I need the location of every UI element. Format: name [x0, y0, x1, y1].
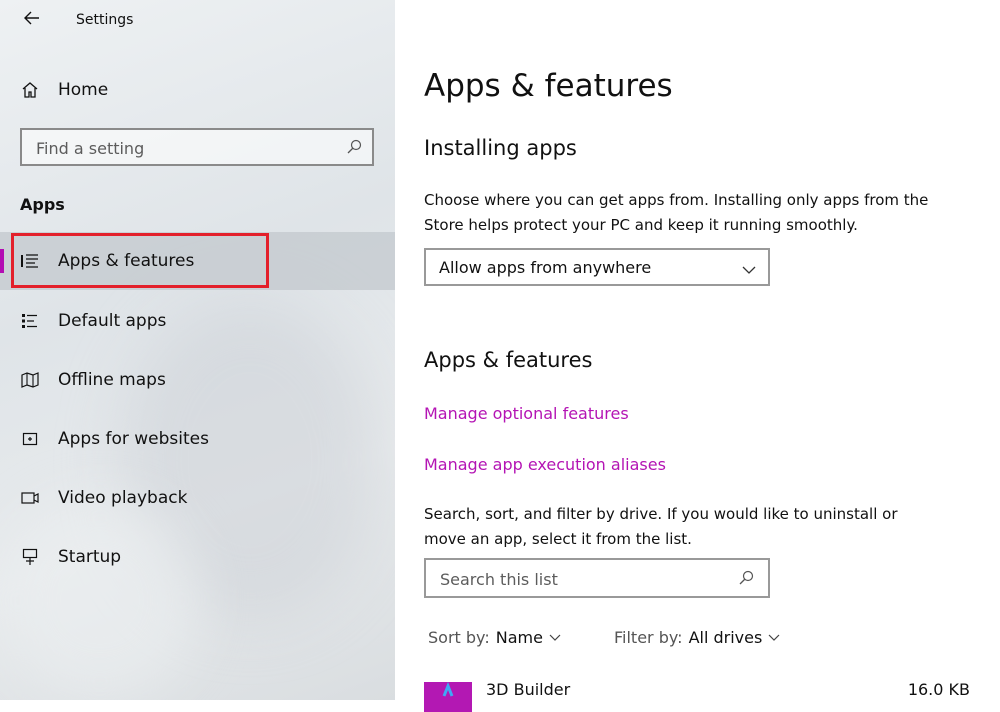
back-button[interactable]: [20, 6, 44, 30]
sidebar-item-apps-for-websites[interactable]: Apps for websites: [0, 410, 395, 468]
sidebar-item-label: Startup: [58, 547, 122, 567]
sidebar-item-startup[interactable]: Startup: [0, 528, 395, 586]
installing-apps-heading: Installing apps: [424, 136, 577, 160]
chevron-down-icon: [549, 634, 561, 641]
video-icon: [20, 488, 40, 508]
manage-optional-features-link[interactable]: Manage optional features: [424, 404, 629, 423]
map-icon: [20, 370, 40, 390]
description-line: Choose where you can get apps from. Inst…: [424, 191, 929, 209]
description-line: Store helps protect your PC and keep it …: [424, 216, 858, 234]
chevron-down-icon: [768, 634, 780, 641]
sidebar-item-label: Apps for websites: [58, 429, 209, 449]
sort-label: Sort by:: [428, 628, 490, 647]
sidebar-item-default-apps[interactable]: Default apps: [0, 292, 395, 350]
search-icon[interactable]: [346, 139, 362, 159]
dropdown-value: Allow apps from anywhere: [439, 258, 652, 277]
manage-app-execution-aliases-link[interactable]: Manage app execution aliases: [424, 455, 666, 474]
search-icon[interactable]: [738, 570, 754, 590]
installing-description: Choose where you can get apps from. Inst…: [424, 188, 984, 238]
sidebar-item-label: Default apps: [58, 311, 167, 331]
find-setting-search[interactable]: [20, 128, 374, 166]
sidebar-item-label: Offline maps: [58, 370, 166, 390]
search-list-box[interactable]: [424, 558, 770, 598]
find-setting-input[interactable]: [34, 130, 318, 166]
description-line: Search, sort, and filter by drive. If yo…: [424, 505, 898, 523]
page-title: Apps & features: [424, 68, 673, 104]
sidebar-item-label: Video playback: [58, 488, 188, 508]
default-apps-list-icon: [20, 311, 40, 331]
back-arrow-icon: [24, 11, 39, 25]
sort-value: Name: [495, 628, 543, 647]
app-name: 3D Builder: [486, 680, 571, 699]
startup-icon: [20, 547, 40, 567]
app-list-item[interactable]: 3D Builder 16.0 KB: [424, 676, 970, 712]
home-icon: [20, 80, 40, 100]
sidebar-item-label: Home: [58, 80, 109, 100]
sort-dropdown[interactable]: Sort by: Name: [428, 628, 561, 647]
chevron-down-icon: [742, 260, 756, 279]
apps-features-heading: Apps & features: [424, 348, 593, 372]
highlight-box: [11, 233, 269, 288]
apps-search-description: Search, sort, and filter by drive. If yo…: [424, 502, 984, 552]
app-size: 16.0 KB: [907, 680, 970, 699]
selection-indicator: [0, 249, 4, 273]
sidebar-item-home[interactable]: Home: [0, 61, 395, 119]
filter-label: Filter by:: [614, 628, 683, 647]
sidebar-item-offline-maps[interactable]: Offline maps: [0, 351, 395, 409]
filter-dropdown[interactable]: Filter by: All drives: [614, 628, 780, 647]
app-title: Settings: [76, 12, 134, 28]
install-source-dropdown[interactable]: Allow apps from anywhere: [424, 248, 770, 286]
sidebar-item-video-playback[interactable]: Video playback: [0, 469, 395, 527]
link-box-icon: [20, 429, 40, 449]
description-line: move an app, select it from the list.: [424, 530, 692, 548]
sidebar: Settings Home Apps Apps & features: [0, 0, 395, 700]
search-list-input[interactable]: [438, 560, 722, 598]
filter-value: All drives: [688, 628, 763, 647]
section-heading-apps: Apps: [20, 195, 65, 214]
3d-builder-app-icon: [424, 682, 472, 712]
